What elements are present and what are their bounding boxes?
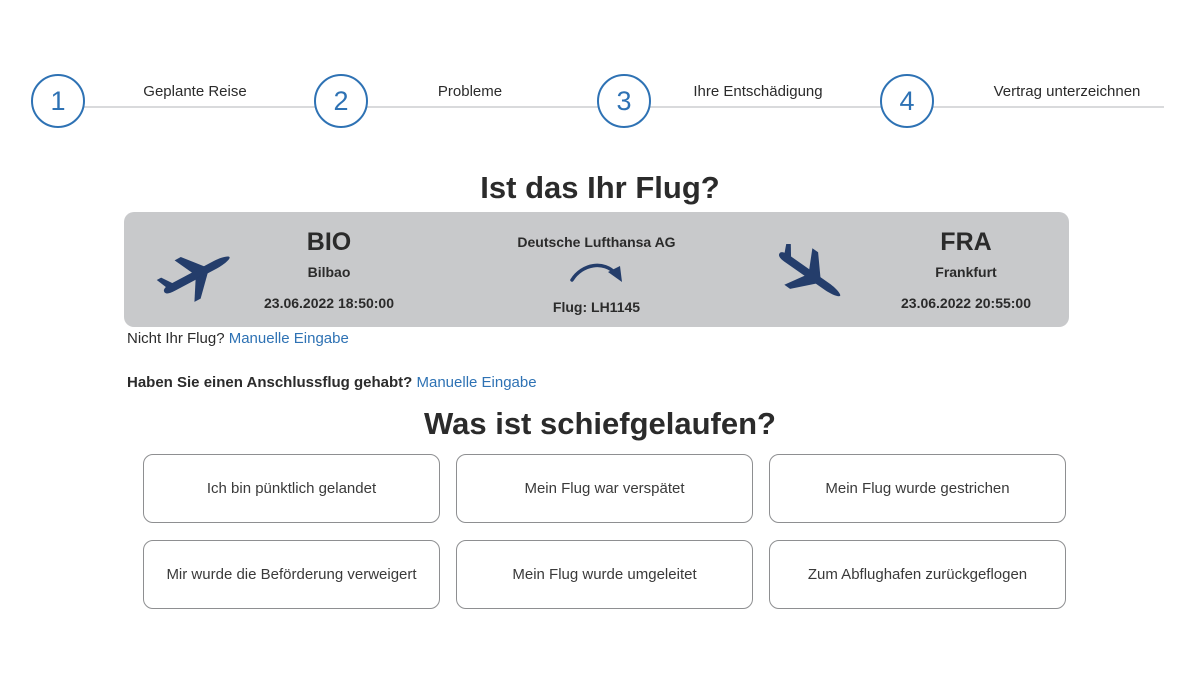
not-your-flight-question: Nicht Ihr Flug? bbox=[127, 330, 225, 347]
step-3-label[interactable]: Ihre Entschädigung bbox=[658, 83, 858, 100]
progress-stepper: 1 Geplante Reise 2 Probleme 3 Ihre Entsc… bbox=[0, 0, 1200, 140]
option-diverted-button[interactable]: Mein Flug wurde umgeleitet bbox=[456, 540, 753, 609]
airline-name: Deutsche Lufthansa AG bbox=[517, 234, 676, 250]
plane-landing-icon bbox=[779, 244, 841, 297]
option-cancelled-button[interactable]: Mein Flug wurde gestrichen bbox=[769, 454, 1066, 523]
not-your-flight-line: Nicht Ihr Flug? Manuelle Eingabe bbox=[127, 330, 349, 347]
step-1-label[interactable]: Geplante Reise bbox=[95, 83, 295, 100]
flight-number: Flug: LH1145 bbox=[552, 299, 641, 315]
option-denied-boarding-button[interactable]: Mir wurde die Beförderung verweigert bbox=[143, 540, 440, 609]
flight-question-title: Ist das Ihr Flug? bbox=[480, 170, 720, 205]
plane-takeoff-icon bbox=[156, 256, 230, 302]
step-4-label[interactable]: Vertrag unterzeichnen bbox=[967, 83, 1167, 100]
connecting-flight-question: Haben Sie einen Anschlussflug gehabt? bbox=[127, 374, 413, 391]
flight-card[interactable]: BIO Bilbao 23.06.2022 18:50:00 Deutsche … bbox=[124, 212, 1069, 327]
departure-code: BIO bbox=[306, 228, 352, 256]
arrival-datetime: 23.06.2022 20:55:00 bbox=[901, 295, 1031, 311]
curved-arrow-icon bbox=[570, 263, 622, 282]
option-returned-to-origin-button[interactable]: Zum Abflughafen zurückgeflogen bbox=[769, 540, 1066, 609]
option-delayed-button[interactable]: Mein Flug war verspätet bbox=[456, 454, 753, 523]
connecting-flight-line: Haben Sie einen Anschlussflug gehabt? Ma… bbox=[127, 374, 537, 391]
arrival-code: FRA bbox=[940, 228, 992, 256]
step-2-circle[interactable]: 2 bbox=[314, 74, 368, 128]
step-3-circle[interactable]: 3 bbox=[597, 74, 651, 128]
step-1-circle[interactable]: 1 bbox=[31, 74, 85, 128]
departure-datetime: 23.06.2022 18:50:00 bbox=[264, 295, 394, 311]
arrival-city: Frankfurt bbox=[935, 264, 997, 280]
step-4-circle[interactable]: 4 bbox=[880, 74, 934, 128]
step-2-label[interactable]: Probleme bbox=[390, 83, 550, 100]
departure-city: Bilbao bbox=[307, 264, 351, 280]
connecting-flight-manual-entry-link[interactable]: Manuelle Eingabe bbox=[417, 374, 537, 391]
problem-question-title: Was ist schiefgelaufen? bbox=[424, 406, 776, 441]
option-landed-on-time-button[interactable]: Ich bin pünktlich gelandet bbox=[143, 454, 440, 523]
manual-entry-link[interactable]: Manuelle Eingabe bbox=[229, 330, 349, 347]
